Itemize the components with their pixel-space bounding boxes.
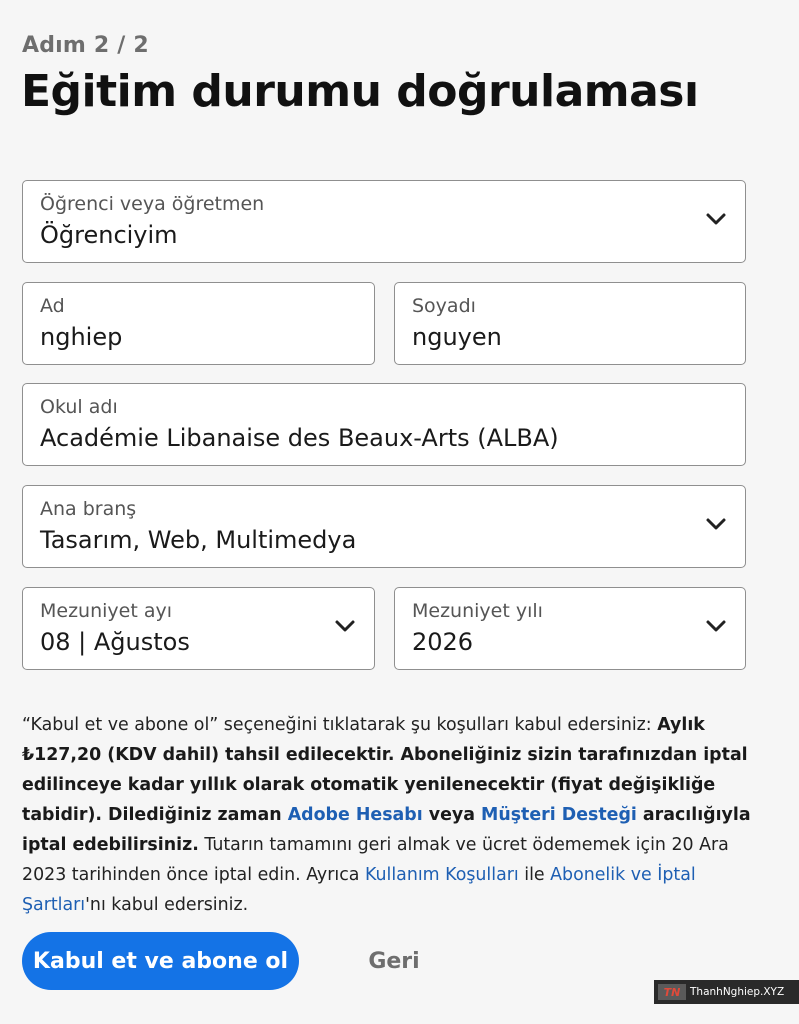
last-name-value: nguyen	[412, 323, 502, 351]
graduation-year-label: Mezuniyet yılı	[412, 600, 543, 622]
graduation-year-value: 2026	[412, 628, 474, 656]
first-name-value: nghiep	[40, 323, 123, 351]
first-name-label: Ad	[40, 295, 65, 317]
watermark-logo: TN	[658, 984, 686, 1000]
back-button[interactable]: Geri	[345, 932, 443, 990]
school-name-value: Académie Libanaise des Beaux-Arts (ALBA)	[40, 424, 559, 452]
terms-intro: “Kabul et ve abone ol” seçeneğini tıklat…	[22, 715, 658, 735]
step-indicator: Adım 2 / 2	[22, 33, 149, 58]
chevron-down-icon	[706, 518, 726, 530]
school-name-label: Okul adı	[40, 396, 118, 418]
major-select-value: Tasarım, Web, Multimedya	[40, 526, 357, 554]
last-name-label: Soyadı	[412, 295, 476, 317]
page-title: Eğitim durumu doğrulaması	[21, 66, 699, 117]
terms-of-use-link[interactable]: Kullanım Koşulları	[365, 865, 519, 885]
subscription-terms: “Kabul et ve abone ol” seçeneğini tıklat…	[22, 710, 762, 920]
accept-and-subscribe-button[interactable]: Kabul et ve abone ol	[22, 932, 299, 990]
major-select[interactable]: Ana branş Tasarım, Web, Multimedya	[22, 485, 746, 568]
role-select-label: Öğrenci veya öğretmen	[40, 193, 265, 215]
terms-accept: 'nı kabul edersiniz.	[85, 895, 249, 915]
adobe-account-link[interactable]: Adobe Hesabı	[288, 805, 423, 825]
school-name-field[interactable]: Okul adı Académie Libanaise des Beaux-Ar…	[22, 383, 746, 466]
graduation-month-select[interactable]: Mezuniyet ayı 08 | Ağustos	[22, 587, 375, 670]
customer-support-link[interactable]: Müşteri Desteği	[481, 805, 637, 825]
graduation-month-label: Mezuniyet ayı	[40, 600, 173, 622]
watermark: TN ThanhNghiep.XYZ	[654, 980, 799, 1004]
first-name-field[interactable]: Ad nghiep	[22, 282, 375, 365]
terms-and: ile	[518, 865, 551, 885]
terms-connector: veya	[422, 805, 482, 825]
role-select-value: Öğrenciyim	[40, 221, 178, 249]
chevron-down-icon	[335, 620, 355, 632]
graduation-year-select[interactable]: Mezuniyet yılı 2026	[394, 587, 746, 670]
watermark-text: ThanhNghiep.XYZ	[690, 986, 785, 998]
chevron-down-icon	[706, 620, 726, 632]
graduation-month-value: 08 | Ağustos	[40, 628, 190, 656]
chevron-down-icon	[706, 213, 726, 225]
role-select[interactable]: Öğrenci veya öğretmen Öğrenciyim	[22, 180, 746, 263]
last-name-field[interactable]: Soyadı nguyen	[394, 282, 746, 365]
major-select-label: Ana branş	[40, 498, 137, 520]
